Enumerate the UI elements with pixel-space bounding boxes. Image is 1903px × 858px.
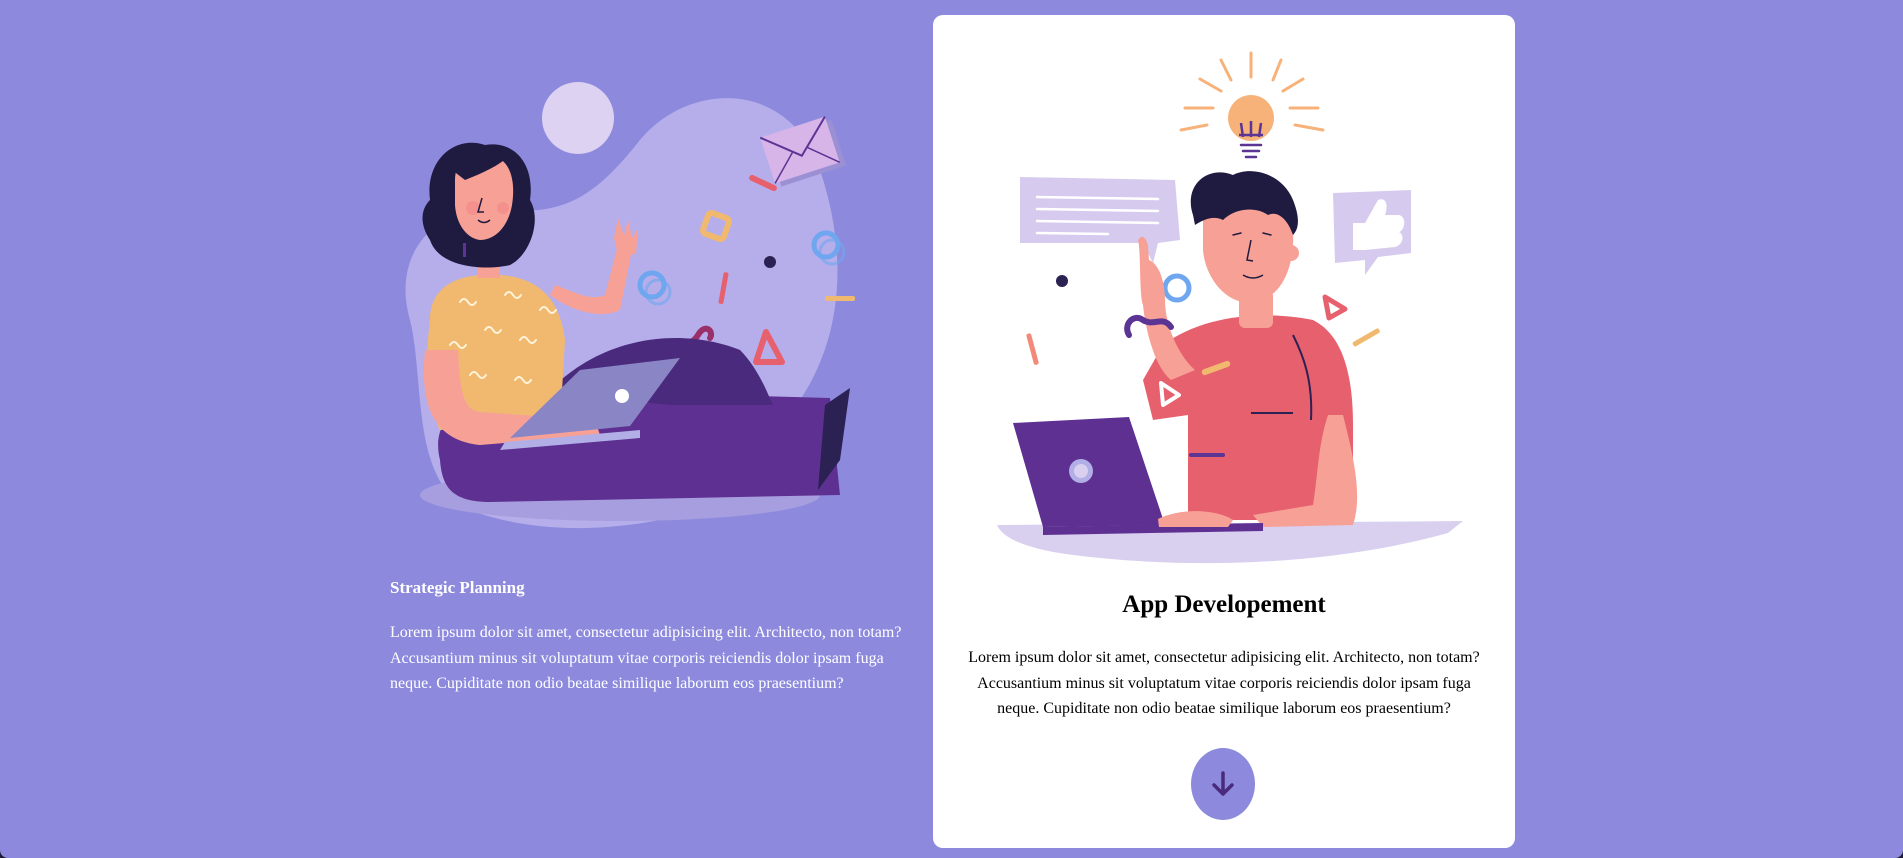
arrow-down-icon	[1212, 771, 1234, 796]
app-development-card: App Developement Lorem ipsum dolor sit a…	[933, 15, 1515, 848]
card-title: Strategic Planning	[390, 578, 525, 597]
scroll-down-button[interactable]	[1191, 748, 1255, 820]
man-with-lightbulb-idea-illustration	[997, 51, 1463, 564]
card-title: App Developement	[1122, 591, 1326, 618]
card-description: Lorem ipsum dolor sit amet, consectetur …	[968, 649, 1480, 717]
card-description: Lorem ipsum dolor sit amet, consectetur …	[390, 624, 902, 692]
page: Strategic Planning Lorem ipsum dolor sit…	[0, 0, 1903, 858]
woman-with-laptop-illustration	[405, 82, 855, 529]
strategic-planning-card: Strategic Planning Lorem ipsum dolor sit…	[370, 40, 910, 720]
